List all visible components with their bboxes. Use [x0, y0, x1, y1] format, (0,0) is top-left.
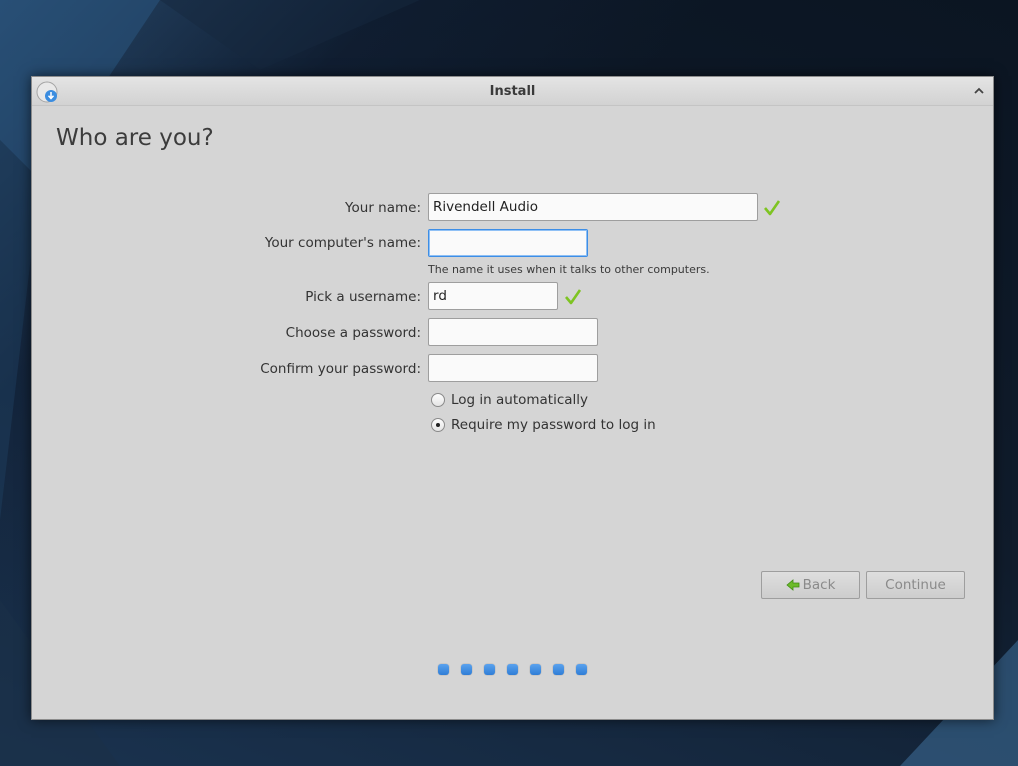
confirm-password-input[interactable] — [428, 354, 598, 382]
progress-indicator — [438, 664, 587, 675]
progress-dot — [484, 664, 495, 675]
continue-button[interactable]: Continue — [866, 571, 965, 599]
radio-log-in-automatically[interactable]: Log in automatically — [431, 390, 588, 410]
checkmark-icon — [764, 200, 781, 216]
title-bar[interactable]: Install — [32, 77, 993, 106]
computer-name-input[interactable] — [428, 229, 588, 257]
your-name-input[interactable] — [428, 193, 758, 221]
progress-dot — [553, 664, 564, 675]
chevron-up-icon[interactable] — [971, 83, 987, 99]
continue-button-label: Continue — [885, 577, 946, 593]
username-label: Pick a username: — [305, 289, 421, 305]
radio-label: Require my password to log in — [451, 417, 656, 433]
progress-dot — [530, 664, 541, 675]
back-button-label: Back — [802, 577, 836, 593]
computer-name-label: Your computer's name: — [264, 235, 421, 251]
window-title: Install — [489, 84, 536, 99]
checkmark-icon — [565, 289, 582, 305]
progress-dot — [576, 664, 587, 675]
radio-label: Log in automatically — [451, 392, 589, 408]
page-title: Who are you? — [56, 125, 214, 151]
your-name-label: Your name: — [345, 200, 421, 216]
progress-dot — [507, 664, 518, 675]
installer-window: Install Who are you? Your name: Your com… — [31, 76, 994, 720]
radio-button[interactable] — [431, 393, 445, 407]
radio-require-password[interactable]: Require my password to log in — [431, 415, 656, 435]
confirm-password-label: Confirm your password: — [260, 361, 421, 377]
back-arrow-icon — [785, 579, 800, 591]
username-input[interactable] — [428, 282, 558, 310]
progress-dot — [461, 664, 472, 675]
back-button[interactable]: Back — [761, 571, 860, 599]
password-label: Choose a password: — [285, 325, 421, 341]
radio-button-selected[interactable] — [431, 418, 445, 432]
computer-name-hint: The name it uses when it talks to other … — [428, 263, 710, 276]
password-input[interactable] — [428, 318, 598, 346]
progress-dot — [438, 664, 449, 675]
